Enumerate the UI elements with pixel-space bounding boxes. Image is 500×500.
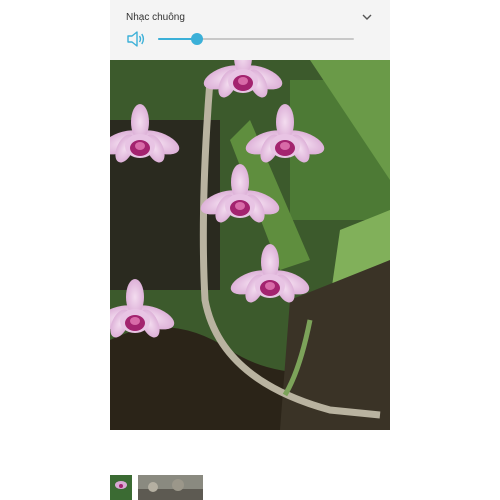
volume-icon[interactable] (126, 30, 146, 48)
volume-thumb[interactable] (191, 33, 204, 45)
orchid-photo (110, 60, 390, 430)
ringtone-title: Nhạc chuông (126, 12, 185, 23)
orchid-image (110, 60, 390, 430)
orchid-thumbnail[interactable] (110, 475, 132, 500)
ringtone-panel: Nhạc chuông (110, 0, 390, 60)
garden-thumbnail[interactable] (138, 475, 203, 500)
volume-slider[interactable] (158, 31, 354, 47)
chevron-down-icon[interactable] (360, 10, 374, 24)
